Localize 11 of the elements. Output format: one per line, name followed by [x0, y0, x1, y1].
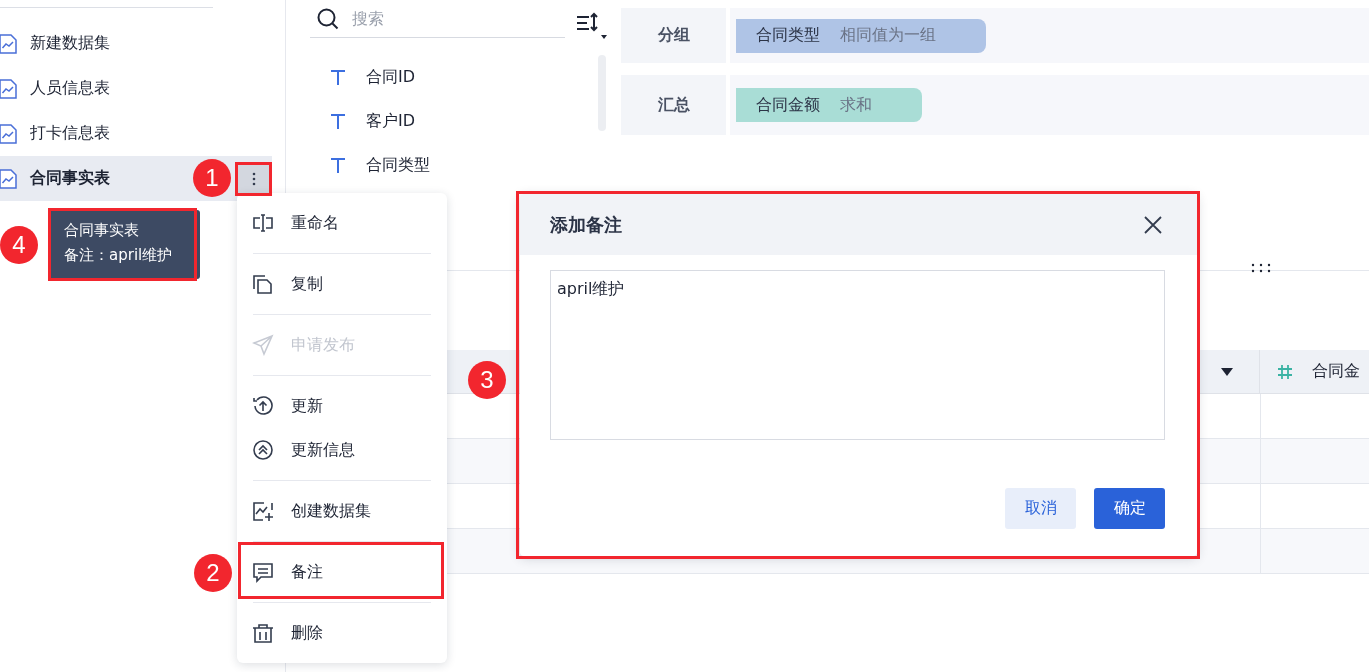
chip-field-name: 合同金额	[756, 94, 820, 116]
config-label: 汇总	[621, 75, 726, 135]
chip-aggregation: 相同值为一组	[840, 25, 936, 46]
tooltip-title: 合同事实表	[64, 220, 140, 241]
chip-aggregation: 求和	[840, 94, 872, 116]
callout-number: 2	[194, 554, 232, 592]
dialog-title: 添加备注	[550, 212, 622, 237]
tooltip-note: 备注：april维护	[64, 245, 174, 266]
config-label: 分组	[621, 8, 726, 63]
callout-number: 4	[0, 226, 38, 264]
chip-field-name: 合同类型	[756, 25, 820, 46]
